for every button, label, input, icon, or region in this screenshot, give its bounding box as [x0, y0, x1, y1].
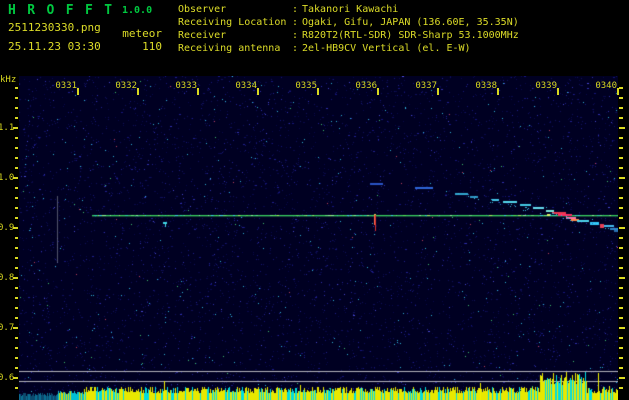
freq-tick-right — [619, 277, 625, 279]
freq-tick — [15, 247, 18, 249]
freq-tick-right — [619, 207, 623, 209]
app-version: 1.0.0 — [122, 5, 153, 16]
freq-tick-right — [619, 137, 623, 139]
freq-tick-label: 1.1 — [0, 123, 15, 133]
station-row-location: Receiving Location: Ogaki, Gifu, JAPAN (1… — [178, 16, 519, 29]
freq-tick-right — [619, 247, 623, 249]
freq-tick-right — [619, 267, 623, 269]
freq-tick-right — [619, 187, 623, 189]
freq-tick-right — [619, 87, 623, 89]
freq-tick-right — [619, 167, 623, 169]
freq-tick — [15, 267, 18, 269]
freq-tick-right — [619, 237, 623, 239]
freq-tick — [15, 287, 18, 289]
freq-tick — [15, 317, 18, 319]
echo-count: 110 — [142, 40, 162, 53]
freq-tick — [13, 277, 18, 279]
freq-tick-right — [619, 347, 623, 349]
station-row-antenna: Receiving antenna:2el-HB9CV Vertical (el… — [178, 42, 519, 55]
station-value: R820T2(RTL-SDR) SDR-Sharp 53.1000MHz — [302, 30, 519, 41]
freq-tick-right — [619, 117, 623, 119]
freq-tick — [15, 307, 18, 309]
freq-tick — [15, 237, 18, 239]
freq-tick — [15, 257, 18, 259]
freq-tick — [15, 87, 18, 89]
freq-tick-right — [619, 147, 623, 149]
freq-tick — [13, 127, 18, 129]
station-value: 2el-HB9CV Vertical (el. E-W) — [302, 43, 471, 54]
freq-tick-right — [619, 227, 625, 229]
hrofft-window: H R O F F T 1.0.0 2511230330.png meteor … — [0, 0, 629, 400]
station-label: Receiver — [178, 30, 227, 41]
output-filename: 2511230330.png — [8, 21, 101, 34]
freq-tick-right — [619, 367, 623, 369]
freq-tick-right — [619, 177, 625, 179]
freq-tick — [15, 107, 18, 109]
freq-tick — [15, 367, 18, 369]
freq-tick — [15, 197, 18, 199]
station-value: Takanori Kawachi — [302, 4, 399, 15]
freq-tick-label: 0.8 — [0, 273, 15, 283]
station-row-receiver: Receiver: R820T2(RTL-SDR) SDR-Sharp 53.10… — [178, 29, 519, 42]
freq-tick-right — [619, 217, 623, 219]
freq-tick-right — [619, 257, 623, 259]
freq-tick — [15, 217, 18, 219]
freq-tick — [13, 227, 18, 229]
freq-tick — [15, 157, 18, 159]
freq-tick — [13, 177, 18, 179]
freq-tick-label: 0.9 — [0, 223, 15, 233]
freq-tick — [15, 137, 18, 139]
station-value: Ogaki, Gifu, JAPAN (136.60E, 35.35N) — [302, 17, 519, 28]
freq-tick — [15, 337, 18, 339]
station-label: Receiving Location — [178, 17, 287, 28]
freq-tick-label: 1.0 — [0, 173, 15, 183]
freq-tick-right — [619, 197, 623, 199]
station-label: Observer — [178, 4, 227, 15]
freq-tick — [15, 357, 18, 359]
spectrogram-canvas — [19, 76, 618, 400]
freq-tick-right — [619, 307, 623, 309]
freq-tick-label: 0.6 — [0, 373, 15, 383]
freq-tick-right — [619, 297, 623, 299]
freq-tick-label: 0.7 — [0, 323, 15, 333]
station-colon: : — [292, 43, 299, 54]
freq-tick — [15, 167, 18, 169]
freq-tick — [13, 327, 18, 329]
station-colon: : — [292, 30, 299, 41]
freq-tick — [15, 297, 18, 299]
freq-tick-right — [619, 337, 623, 339]
station-colon: : — [292, 17, 299, 28]
freq-tick — [13, 377, 18, 379]
freq-tick — [15, 117, 18, 119]
freq-tick — [15, 207, 18, 209]
freq-tick — [15, 147, 18, 149]
freq-tick — [15, 187, 18, 189]
freq-tick — [15, 347, 18, 349]
station-row-observer: Observer: Takanori Kawachi — [178, 3, 519, 16]
freq-tick-right — [619, 327, 625, 329]
freq-tick-right — [619, 287, 623, 289]
freq-tick-right — [619, 97, 623, 99]
freq-tick — [15, 387, 18, 389]
datetime-label: 25.11.23 03:30 — [8, 40, 101, 53]
freq-tick — [15, 97, 18, 99]
mode-label: meteor — [122, 27, 162, 40]
freq-tick-right — [619, 357, 623, 359]
freq-unit-label: kHz — [0, 75, 17, 85]
station-label: Receiving antenna — [178, 43, 281, 54]
freq-tick-right — [619, 107, 623, 109]
station-colon: : — [292, 4, 299, 15]
freq-tick-right — [619, 127, 625, 129]
app-title: H R O F F T — [8, 3, 114, 18]
freq-tick-right — [619, 317, 623, 319]
freq-tick-right — [619, 157, 623, 159]
freq-tick-right — [619, 377, 625, 379]
station-info: Observer: Takanori Kawachi Receiving Loca… — [178, 3, 519, 55]
freq-tick-right — [619, 387, 623, 389]
